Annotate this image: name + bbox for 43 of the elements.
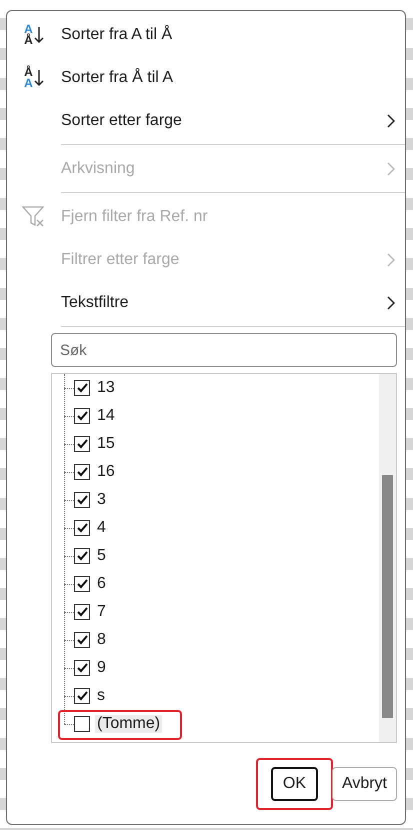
down-arrow-icon xyxy=(34,68,44,86)
checkbox[interactable] xyxy=(74,660,90,676)
checkbox[interactable] xyxy=(74,520,90,536)
dialog-button[interactable]: Avbryt xyxy=(332,767,397,801)
value-label: 14 xyxy=(96,407,116,425)
checkbox[interactable] xyxy=(74,436,90,452)
value-label: 13 xyxy=(96,379,116,397)
chevron-right-icon xyxy=(387,296,395,310)
value-label: 9 xyxy=(96,659,107,677)
search-field[interactable]: Søk xyxy=(51,333,397,367)
value-label: s xyxy=(96,687,106,705)
checkbox[interactable] xyxy=(74,716,90,732)
menu-item[interactable]: A Å Sorter fra A til Å xyxy=(7,13,405,56)
checkbox[interactable] xyxy=(74,688,90,704)
chevron-right-icon xyxy=(387,252,395,266)
value-label: 16 xyxy=(96,463,116,481)
menu-item[interactable]: Å A Sorter fra Å til A xyxy=(7,56,405,99)
clear-filter-icon xyxy=(22,204,46,228)
chevron-right-icon xyxy=(387,162,395,176)
menu-item[interactable]: Tekstfiltre xyxy=(7,281,405,324)
checkbox[interactable] xyxy=(74,464,90,480)
down-arrow-icon xyxy=(34,26,44,44)
menu-item[interactable]: Sorter etter farge xyxy=(7,99,405,142)
value-label: (Tomme) xyxy=(95,715,162,733)
checkbox[interactable] xyxy=(74,492,90,508)
sort-icon: A Å xyxy=(24,24,44,46)
checkbox[interactable] xyxy=(74,604,90,620)
checkbox[interactable] xyxy=(74,576,90,592)
scrollbar[interactable] xyxy=(379,374,396,742)
checkbox[interactable] xyxy=(74,380,90,396)
value-label: 8 xyxy=(96,631,107,649)
sort-icon: Å A xyxy=(24,66,44,88)
checkbox[interactable] xyxy=(74,548,90,564)
chevron-right-icon xyxy=(387,114,395,128)
value-label: 3 xyxy=(96,491,107,509)
value-label: 4 xyxy=(96,519,107,537)
value-label: 5 xyxy=(96,547,107,565)
checkbox[interactable] xyxy=(74,632,90,648)
value-label: 15 xyxy=(96,435,116,453)
value-label: 7 xyxy=(96,603,107,621)
checkbox[interactable] xyxy=(74,408,90,424)
dialog-button[interactable]: OK xyxy=(270,767,318,801)
value-label: 6 xyxy=(96,575,107,593)
